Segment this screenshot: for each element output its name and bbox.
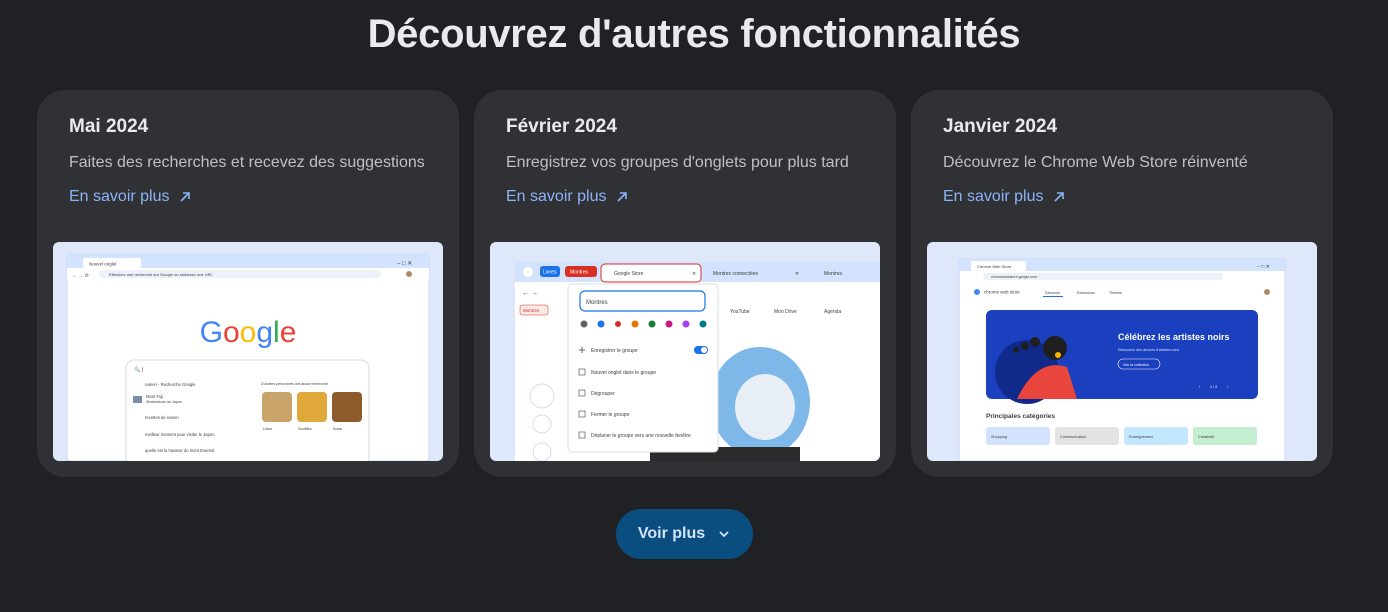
learn-more-label: En savoir plus (506, 188, 607, 205)
color-swatch (665, 320, 673, 328)
color-swatch (597, 320, 605, 328)
learn-more-link[interactable]: En savoir plus (69, 188, 192, 206)
learn-more-link[interactable]: En savoir plus (506, 188, 629, 206)
categories-title: Principales catégories (986, 413, 1055, 420)
svg-text:YouTube: YouTube (730, 309, 750, 315)
color-swatch (648, 320, 656, 328)
svg-text:Thèmes: Thèmes (1109, 291, 1122, 295)
page-title: Découvrez d'autres fonctionnalités (367, 12, 1021, 56)
svg-text:Communication: Communication (1060, 435, 1086, 439)
svg-text:Fermer le groupe: Fermer le groupe (591, 412, 630, 418)
svg-text:Montres connectées: Montres connectées (713, 271, 759, 277)
svg-text:✕: ✕ (795, 271, 799, 277)
svg-text:Découvrez des œuvres d'artiste: Découvrez des œuvres d'artistes noirs (1118, 348, 1179, 352)
svg-text:Agenda: Agenda (824, 309, 841, 315)
svg-text:– □ ✕: – □ ✕ (397, 261, 412, 267)
svg-text:D'autres personnes ont aussi r: D'autres personnes ont aussi recherché (261, 382, 328, 386)
banner-title: Célébrez les artistes noirs (1118, 332, 1230, 342)
svg-text:Créativité: Créativité (1198, 435, 1214, 439)
color-swatch (580, 320, 588, 328)
svg-text:ramen - Recherche Google: ramen - Recherche Google (145, 382, 196, 387)
svg-text:meilleur moment pour visiter l: meilleur moment pour visiter le Japon (145, 432, 215, 437)
svg-text:Stratovolcan au Japon: Stratovolcan au Japon (146, 400, 182, 404)
svg-text:Voir la collection: Voir la collection (1123, 363, 1149, 367)
svg-text:chromewebstore.google.com: chromewebstore.google.com (991, 275, 1037, 279)
color-swatch (614, 320, 622, 328)
learn-more-link[interactable]: En savoir plus (943, 188, 1066, 206)
see-more-label: Voir plus (637, 525, 706, 542)
svg-text:Mon Drive: Mon Drive (774, 309, 797, 315)
chevron-down-icon (719, 531, 729, 538)
learn-more-label: En savoir plus (69, 188, 170, 205)
feature-card-january: Janvier 2024 Découvrez le Chrome Web Sto… (911, 90, 1333, 477)
card-description: Faites des recherches et recevez des sug… (69, 154, 425, 171)
svg-text:← →: ← → (522, 290, 538, 297)
color-swatch (699, 320, 707, 328)
arrow-outward-icon (616, 192, 627, 202)
svg-text:Nouvel onglet dans le groupe: Nouvel onglet dans le groupe (591, 370, 656, 376)
svg-text:Extensions: Extensions (1077, 291, 1095, 295)
svg-text:Enseignement: Enseignement (1129, 435, 1154, 439)
svg-text:– □ ✕: – □ ✕ (1257, 264, 1270, 270)
svg-text:Soba: Soba (333, 427, 343, 431)
svg-text:recettes de ramen: recettes de ramen (145, 415, 179, 420)
svg-text:Dégrouper: Dégrouper (591, 391, 615, 397)
svg-text:Montres: Montres (824, 271, 843, 277)
feature-card-february: Février 2024 Enregistrez vos groupes d'o… (474, 90, 896, 477)
svg-text:← → ⟳: ← → ⟳ (72, 273, 90, 279)
svg-text:✕: ✕ (692, 271, 696, 277)
svg-text:Udon: Udon (263, 427, 272, 431)
address-bar-text: Effectuez une recherche sur Google ou sa… (109, 272, 214, 277)
color-swatch (631, 320, 639, 328)
learn-more-label: En savoir plus (943, 188, 1044, 205)
see-more-button[interactable]: Voir plus (616, 509, 753, 559)
feature-screenshot: Nouvel onglet – □ ✕ ← → ⟳ Effectuez une … (53, 242, 443, 461)
svg-text:Soufflés: Soufflés (298, 427, 312, 431)
svg-text:Shopping: Shopping (991, 435, 1007, 439)
svg-text:quelle est la hauteur du mont: quelle est la hauteur du mont Everest (145, 448, 215, 453)
tab-title: Nouvel onglet (89, 262, 117, 267)
svg-text:🔍 |: 🔍 | (134, 366, 143, 373)
card-description: Découvrez le Chrome Web Store réinventé (943, 154, 1248, 171)
tab-group-montres: Montres (570, 270, 589, 276)
color-swatch (682, 320, 690, 328)
svg-text:Déplacer le groupe vers une no: Déplacer le groupe vers une nouvelle fen… (591, 433, 691, 439)
svg-text:1 / 3: 1 / 3 (1210, 385, 1217, 389)
feature-card-may: Mai 2024 Faites des recherches et receve… (37, 90, 459, 477)
svg-text:Mont Fuji: Mont Fuji (146, 394, 163, 399)
card-date: Février 2024 (506, 116, 617, 137)
card-description: Enregistrez vos groupes d'onglets pour p… (506, 154, 849, 171)
arrow-outward-icon (1053, 192, 1064, 202)
google-logo: Google (200, 316, 297, 349)
card-date: Janvier 2024 (943, 116, 1058, 137)
arrow-outward-icon (179, 192, 190, 202)
svg-text:Chrome Web Store: Chrome Web Store (977, 264, 1012, 269)
svg-text:Enregistrer le groupe: Enregistrer le groupe (591, 348, 638, 354)
group-name-input: Montres (586, 300, 608, 306)
svg-text:Google Store: Google Store (614, 271, 644, 277)
card-date: Mai 2024 (69, 116, 149, 137)
feature-screenshot: Chrome Web Store – □ ✕ chromewebstore.go… (927, 242, 1317, 461)
feature-screenshot: Livres Montres Google Store ✕ Montres co… (490, 242, 880, 461)
svg-text:chrome web store: chrome web store (984, 290, 1020, 295)
tab-group-livres: Livres (543, 270, 557, 276)
svg-text:Montres: Montres (523, 308, 540, 313)
svg-text:Découvrir: Découvrir (1045, 291, 1061, 295)
